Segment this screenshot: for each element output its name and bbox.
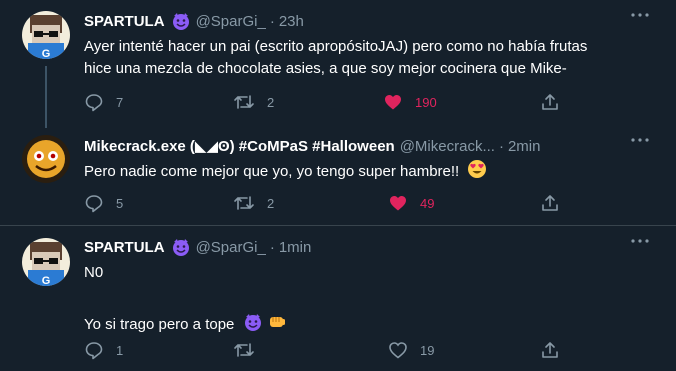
- reply-button[interactable]: 5: [84, 193, 123, 213]
- heart-icon: [388, 193, 408, 213]
- smiling-devil-icon: [243, 312, 263, 332]
- share-button[interactable]: [540, 340, 560, 360]
- share-button[interactable]: [540, 92, 560, 112]
- retweet-count: 2: [267, 195, 275, 211]
- tweet-text-line: hice una mezcla de chocolate asies, a qu…: [84, 60, 567, 77]
- tweet-1[interactable]: G SPARTULA @SparGi_ · 23h Ayer intenté h…: [0, 0, 676, 128]
- like-button[interactable]: 190: [383, 92, 437, 112]
- author-handle[interactable]: @Mikecrack...: [400, 138, 495, 155]
- smiling-devil-icon: [171, 11, 191, 31]
- avatar-spartula[interactable]: G: [22, 11, 70, 59]
- share-button[interactable]: [540, 193, 560, 213]
- tweet-text: Pero nadie come mejor que yo, yo tengo s…: [84, 159, 664, 183]
- heart-icon: [383, 92, 403, 112]
- tweet-actions: 7 2 190: [84, 92, 564, 112]
- share-icon: [540, 193, 560, 213]
- tweet-text-line: Yo si trago pero a tope: [84, 316, 235, 333]
- retweet-button[interactable]: 2: [233, 193, 274, 213]
- retweet-button[interactable]: [233, 340, 267, 360]
- tweet-text-line: Ayer intenté hacer un pai (escrito aprop…: [84, 38, 588, 55]
- reply-button[interactable]: 1: [84, 340, 123, 360]
- author-handle[interactable]: @SparGi_: [196, 13, 266, 30]
- avatar-mikecrack[interactable]: [22, 135, 70, 183]
- more-icon[interactable]: [630, 238, 650, 244]
- tweet-actions: 5 2 49: [84, 193, 564, 213]
- tweet-text: N0 Yo si trago pero a tope: [84, 262, 664, 336]
- tweet-actions: 1 19: [84, 340, 564, 360]
- author-name[interactable]: SPARTULA: [84, 239, 165, 256]
- author-name[interactable]: SPARTULA: [84, 13, 165, 30]
- retweet-count: 2: [267, 94, 275, 110]
- retweet-button[interactable]: 2: [233, 92, 274, 112]
- heart-eyes-emoji: [467, 159, 487, 179]
- author-handle[interactable]: @SparGi_: [196, 239, 266, 256]
- separator-dot: ·: [498, 137, 504, 155]
- separator-dot: ·: [269, 238, 275, 256]
- thread-line: [45, 66, 47, 128]
- reply-count: 5: [116, 195, 124, 211]
- like-count: 19: [420, 342, 435, 358]
- tweet-time[interactable]: 2min: [508, 138, 541, 155]
- avatar-spartula[interactable]: G: [22, 238, 70, 286]
- retweet-icon: [233, 340, 255, 360]
- svg-text:G: G: [42, 48, 51, 59]
- retweet-icon: [233, 92, 255, 112]
- retweet-icon: [233, 193, 255, 213]
- reply-count: 1: [116, 342, 124, 358]
- separator-dot: ·: [269, 12, 275, 30]
- share-icon: [540, 340, 560, 360]
- fist-emoji: [267, 312, 287, 332]
- smiling-devil-icon: [171, 237, 191, 257]
- like-count: 190: [415, 94, 437, 110]
- tweet-time[interactable]: 23h: [279, 13, 304, 30]
- tweet-2[interactable]: Mikecrack.exe (◣◢ʘ) #CoMPaS #Halloween @…: [0, 125, 676, 226]
- tweet-text: Ayer intenté hacer un pai (escrito aprop…: [84, 36, 664, 80]
- like-count: 49: [420, 195, 435, 211]
- reply-count: 7: [116, 94, 124, 110]
- like-button[interactable]: 49: [388, 193, 434, 213]
- reply-button[interactable]: 7: [84, 92, 123, 112]
- tweet-3[interactable]: G SPARTULA @SparGi_ · 1min N0 Yo si trag…: [0, 226, 676, 371]
- reply-icon: [84, 340, 104, 360]
- reply-icon: [84, 92, 104, 112]
- tweet-text-line: N0: [84, 264, 104, 281]
- more-icon[interactable]: [630, 137, 650, 143]
- more-icon[interactable]: [630, 12, 650, 18]
- author-name[interactable]: Mikecrack.exe (◣◢ʘ) #CoMPaS #Halloween: [84, 137, 395, 155]
- tweet-time[interactable]: 1min: [279, 239, 312, 256]
- like-button[interactable]: 19: [388, 340, 434, 360]
- reply-icon: [84, 193, 104, 213]
- share-icon: [540, 92, 560, 112]
- tweet-text-line: Pero nadie come mejor que yo, yo tengo s…: [84, 163, 460, 180]
- svg-text:G: G: [42, 275, 51, 286]
- heart-icon: [388, 340, 408, 360]
